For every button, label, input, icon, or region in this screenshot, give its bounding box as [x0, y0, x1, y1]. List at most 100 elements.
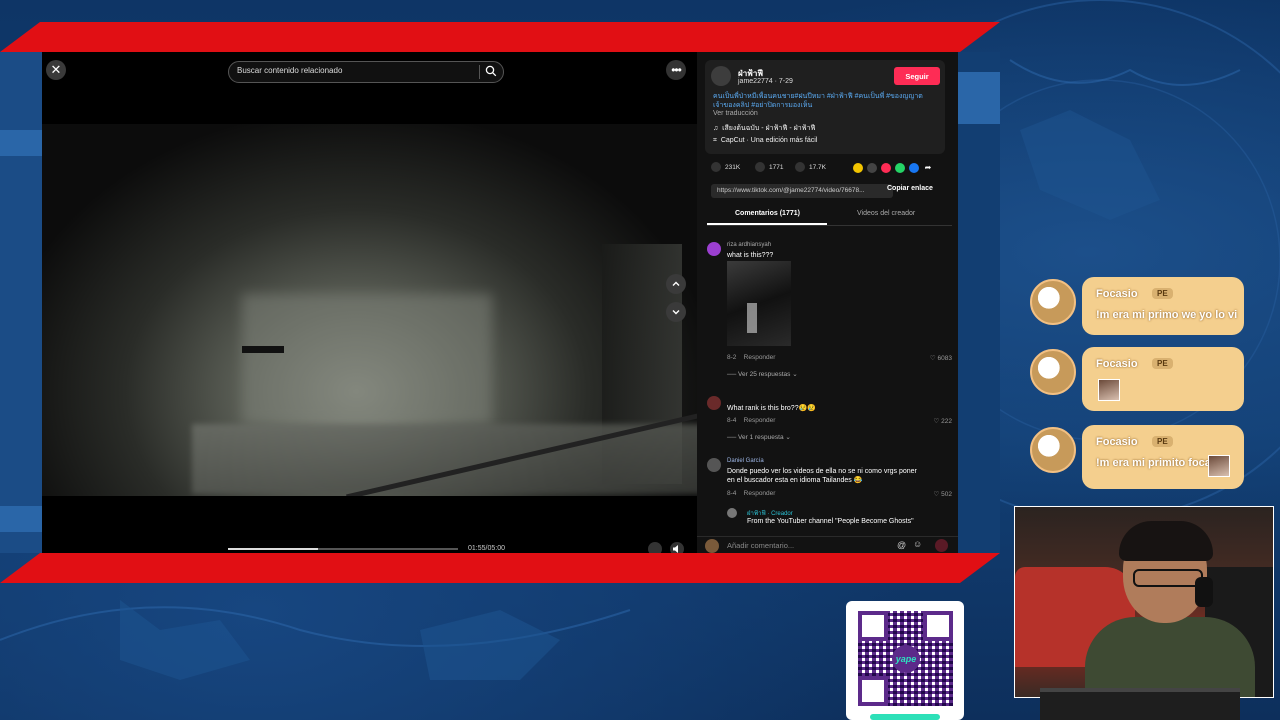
commenter-avatar[interactable]: [707, 458, 721, 472]
comment-text: What rank is this bro??😢😢: [727, 405, 817, 412]
creator-avatar[interactable]: [727, 508, 737, 518]
comment-tabs: Comentarios (1771) Videos del creador: [707, 207, 952, 226]
chat-username: Focasio: [1096, 358, 1138, 370]
follow-button[interactable]: Seguir: [894, 67, 940, 85]
tab-creator-videos[interactable]: Videos del creador: [857, 210, 915, 217]
reply-button[interactable]: Responder: [744, 490, 776, 497]
comment-item: Daniel García Donde puedo ver los videos…: [707, 458, 952, 508]
red-frame-bottom: [0, 553, 1000, 583]
author-avatar[interactable]: [711, 66, 731, 86]
emoji-icon[interactable]: ☺: [913, 539, 922, 549]
like-button[interactable]: 231K: [711, 162, 740, 172]
chat-avatar: [1030, 349, 1076, 395]
comment-meta: 8-4 Responder: [727, 417, 775, 424]
video-progress-bar[interactable]: [228, 548, 458, 550]
comment-likes[interactable]: ♡ 502: [934, 490, 953, 498]
mention-icon[interactable]: @: [897, 540, 906, 550]
creator-reply-text: From the YouTuber channel "People Become…: [747, 518, 914, 525]
author-handle-date: jame22774 · 7-29: [738, 78, 793, 85]
save-button[interactable]: 17.7K: [795, 162, 826, 172]
send-comment-icon[interactable]: [935, 539, 948, 552]
capcut-link[interactable]: ⌗ CapCut · Una edición más fácil: [713, 137, 817, 145]
heart-icon: [711, 162, 721, 172]
chat-message: Focasio PE: [1028, 347, 1246, 411]
comment-item: riza ardhiansyah what is this??? 8-2 Res…: [707, 242, 952, 382]
commenter-avatar[interactable]: [707, 242, 721, 256]
copy-link-button[interactable]: Copiar enlace: [887, 185, 933, 192]
comment-input[interactable]: Añadir comentario...: [727, 541, 794, 550]
view-replies-label: Ver 25 respuestas: [738, 371, 791, 378]
chat-text: !m era mi primo we yo lo vi: [1096, 309, 1238, 321]
left-frame-strip: [0, 52, 42, 553]
commenter-avatar[interactable]: [707, 396, 721, 410]
like-count: 231K: [725, 163, 741, 171]
comment-count: 1771: [769, 163, 784, 171]
user-avatar: [705, 539, 719, 553]
chat-username: Focasio: [1096, 436, 1138, 448]
video-link-field[interactable]: https://www.tiktok.com/@jame22774/video/…: [711, 184, 893, 198]
payment-qr-card: yape: [846, 601, 964, 720]
save-count: 17.7K: [809, 163, 826, 171]
whatsapp-icon[interactable]: [895, 163, 905, 173]
embed-icon[interactable]: [867, 163, 877, 173]
capcut-label: CapCut · Una edición más fácil: [720, 137, 818, 144]
comment-likes[interactable]: ♡ 222: [934, 417, 953, 425]
webcam-base: [1040, 688, 1240, 720]
chat-emote: [1208, 455, 1230, 477]
comment-like-count: 502: [941, 491, 952, 498]
chat-bubble: Focasio PE !m era mi primito foca: [1082, 425, 1244, 489]
comment-date: 8-4: [727, 417, 737, 424]
comment-image[interactable]: [727, 261, 791, 346]
chat-bubble: Focasio PE !m era mi primo we yo lo vi: [1082, 277, 1244, 335]
chat-avatar: [1030, 427, 1076, 473]
commenter-name[interactable]: riza ardhiansyah: [727, 242, 771, 248]
video-progress-fill: [228, 548, 318, 550]
send-icon[interactable]: [881, 163, 891, 173]
comment-date: 8-2: [727, 354, 737, 361]
more-options-icon[interactable]: •••: [666, 60, 686, 80]
translate-link[interactable]: Ver traducción: [713, 110, 758, 117]
search-icon[interactable]: [485, 65, 497, 77]
comment-input-row: Añadir comentario... @ ☺: [697, 536, 958, 553]
music-label: เสียงต้นฉบับ - ฝ่าฟ้าฟี - ฝ่าฟ้าฟี: [722, 125, 816, 132]
previous-video-icon[interactable]: [666, 274, 686, 294]
commenter-name[interactable]: Daniel García: [727, 458, 764, 464]
search-input[interactable]: Buscar contenido relacionado: [237, 66, 342, 75]
search-divider: [479, 65, 480, 79]
active-tab-indicator: [707, 223, 827, 225]
chat-bubble: Focasio PE: [1082, 347, 1244, 411]
related-search[interactable]: Buscar contenido relacionado: [228, 61, 504, 83]
share-arrow-icon[interactable]: ➦: [923, 163, 933, 173]
comment-icon: [755, 162, 765, 172]
yape-logo: yape: [892, 645, 920, 673]
comment-text: Donde puedo ver los videos de ella no se…: [727, 468, 917, 484]
post-description: คนเป็นพี่ป่าหมีเพื่อนคนชาย#ฝนปีหมา #ฝ่าฟ…: [713, 93, 923, 109]
repost-icon[interactable]: [853, 163, 863, 173]
close-icon[interactable]: ✕: [46, 60, 66, 80]
comment-meta: 8-4 Responder: [727, 490, 775, 497]
view-replies-button[interactable]: ── Ver 25 respuestas ⌄: [727, 370, 798, 378]
comment-item: What rank is this bro??😢😢 8-4 Responder …: [707, 396, 952, 451]
comment-button[interactable]: 1771: [755, 162, 783, 172]
reply-button[interactable]: Responder: [744, 417, 776, 424]
chat-text: !m era mi primito foca: [1096, 457, 1211, 469]
comment-likes[interactable]: ♡ 6083: [930, 354, 952, 362]
chat-emote: [1098, 379, 1120, 401]
chat-badge: PE: [1152, 358, 1173, 369]
tab-comments[interactable]: Comentarios (1771): [735, 210, 800, 217]
comment-date: 8-4: [727, 490, 737, 497]
next-video-icon[interactable]: [666, 302, 686, 322]
reply-button[interactable]: Responder: [744, 354, 776, 361]
chat-username: Focasio: [1096, 288, 1138, 300]
music-info[interactable]: ♫ เสียงต้นฉบับ - ฝ่าฟ้าฟี - ฝ่าฟ้าฟี: [713, 123, 816, 134]
comment-like-count: 222: [941, 418, 952, 425]
view-replies-button[interactable]: ── Ver 1 respuesta ⌄: [727, 433, 791, 441]
video-player: ✕ Buscar contenido relacionado ••• 01:55…: [42, 52, 697, 556]
qr-footer-bar: [870, 714, 940, 720]
red-frame-top: [0, 22, 1000, 52]
video-frame[interactable]: [42, 124, 697, 496]
facebook-icon[interactable]: [909, 163, 919, 173]
view-replies-label: Ver 1 respuesta: [738, 434, 784, 441]
engagement-bar: 231K 1771 17.7K ➦: [711, 162, 951, 176]
chat-message: Focasio PE !m era mi primo we yo lo vi: [1028, 277, 1246, 337]
